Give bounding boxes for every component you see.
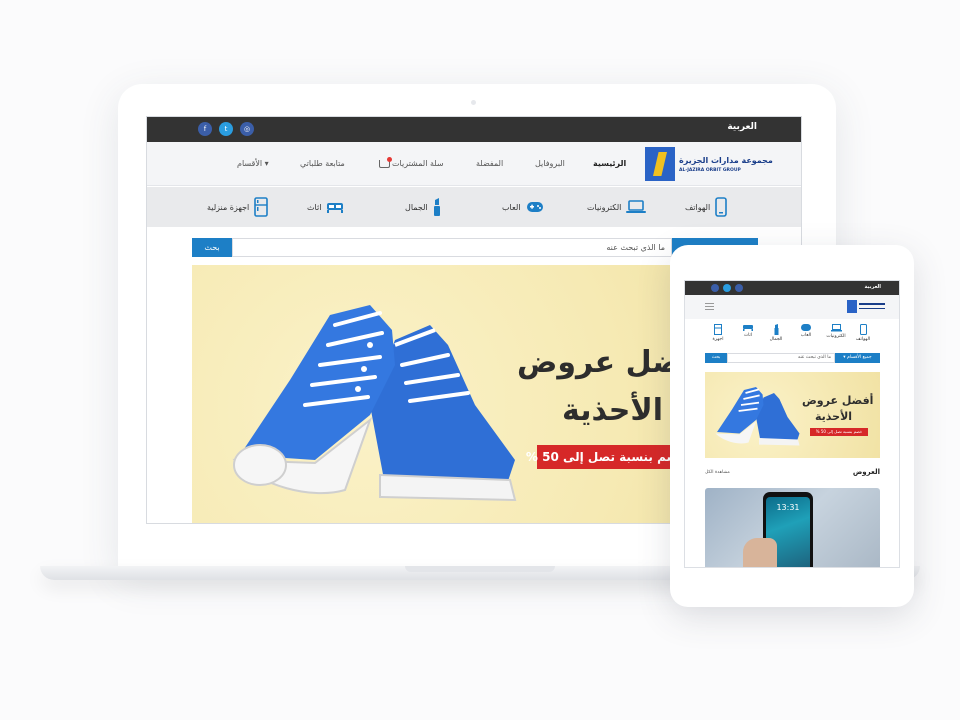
tablet-search-bar: بحث ما الذي تبحث عنه جميع الأقسام ▾ bbox=[705, 353, 880, 363]
tablet-hero-banner[interactable]: أفضل عروض الأحذية خصم بنسبة تصل إلى 50 % bbox=[705, 372, 880, 458]
offers-section-header: العروض مشاهدة الكل bbox=[705, 468, 880, 480]
bed-icon bbox=[327, 203, 344, 213]
laptop-notch bbox=[405, 566, 555, 572]
category-label: العاب bbox=[800, 333, 812, 338]
tablet-search-input[interactable]: ما الذي تبحث عنه bbox=[727, 353, 835, 363]
category-label: الهواتف bbox=[855, 337, 871, 342]
tablet-category-bar: الهواتف الكترونيات العاب الجمال اثاث اجه… bbox=[685, 321, 899, 347]
lockscreen-time: 13:31 bbox=[776, 503, 800, 512]
category-beauty[interactable]: الجمال bbox=[405, 196, 441, 218]
nav-cart[interactable]: سلة المشتريات bbox=[379, 156, 444, 168]
nav-home[interactable]: الرئيسية bbox=[593, 159, 626, 168]
category-bar: الهواتف الكترونيات العاب الجمال اثاث اجه… bbox=[147, 187, 801, 227]
laptop-icon bbox=[830, 324, 842, 332]
cart-icon bbox=[379, 156, 392, 168]
main-navbar: مجموعة مدارات الجزيرة AL-JAZIRA ORBIT GR… bbox=[147, 142, 801, 186]
tablet-screen: العربية الهواتف الكترونيات العاب الجمال … bbox=[684, 280, 900, 568]
nav-profile[interactable]: البروفايل bbox=[535, 159, 565, 168]
banner-title-line2: الأحذية bbox=[562, 393, 664, 428]
lipstick-icon bbox=[433, 198, 440, 216]
logo-mark bbox=[645, 147, 675, 181]
category-label: الجمال bbox=[769, 337, 783, 342]
tablet-navbar bbox=[685, 295, 899, 319]
logo[interactable]: مجموعة مدارات الجزيرة AL-JAZIRA ORBIT GR… bbox=[645, 147, 773, 181]
menu-icon[interactable] bbox=[705, 303, 714, 310]
tablet-top-bar: العربية bbox=[685, 281, 899, 295]
instagram-icon[interactable] bbox=[735, 284, 743, 292]
category-label: العاب bbox=[502, 202, 521, 212]
facebook-icon[interactable] bbox=[711, 284, 719, 292]
tablet-banner-title-line2: الأحذية bbox=[815, 410, 853, 423]
tablet-banner-promo-badge: خصم بنسبة تصل إلى 50 % bbox=[810, 428, 868, 436]
search-button[interactable]: بحث bbox=[192, 238, 232, 257]
logo-arabic-text: مجموعة مدارات الجزيرة bbox=[679, 156, 773, 165]
view-all-link[interactable]: مشاهدة الكل bbox=[705, 470, 730, 475]
logo-english-text: AL-JAZIRA ORBIT GROUP bbox=[679, 168, 741, 173]
category-label: اثاث bbox=[307, 202, 322, 212]
laptop-camera bbox=[471, 100, 476, 105]
offer-card-image[interactable]: 13:31 bbox=[705, 488, 880, 567]
sneakers-image bbox=[715, 387, 800, 446]
tablet-category-phones[interactable]: الهواتف bbox=[850, 324, 876, 342]
bed-icon bbox=[743, 325, 753, 331]
fridge-icon bbox=[254, 197, 269, 217]
tablet-category-electronics[interactable]: الكترونيات bbox=[823, 324, 849, 339]
lipstick-icon bbox=[774, 324, 778, 335]
phone-icon bbox=[715, 197, 728, 217]
category-electronics[interactable]: الكترونيات bbox=[587, 196, 647, 218]
category-label: الجمال bbox=[405, 202, 428, 212]
search-input[interactable] bbox=[232, 238, 672, 257]
phone-icon bbox=[859, 324, 867, 335]
banner-promo-badge: خصم بنسبة تصل إلى 50 % bbox=[526, 445, 687, 469]
tablet-category-games[interactable]: العاب bbox=[793, 324, 819, 338]
device-mockup-stage: العربية f t ◎ مجموعة مدارات الجزيرة AL-J… bbox=[0, 0, 960, 720]
laptop-icon bbox=[626, 200, 647, 213]
category-home-appliances[interactable]: اجهزة منزلية bbox=[207, 196, 269, 218]
gamepad-icon bbox=[801, 324, 811, 331]
tablet-category-furniture[interactable]: اثاث bbox=[735, 324, 761, 338]
top-bar: العربية f t ◎ bbox=[147, 117, 801, 142]
tablet-language-switch[interactable]: العربية bbox=[865, 284, 881, 290]
twitter-icon[interactable]: t bbox=[219, 122, 233, 136]
category-label: اجهزة منزلية bbox=[207, 202, 250, 212]
category-furniture[interactable]: اثاث bbox=[307, 196, 344, 218]
twitter-icon[interactable] bbox=[723, 284, 731, 292]
hand-image bbox=[743, 538, 777, 567]
offers-section-title: العروض bbox=[852, 468, 880, 476]
instagram-icon[interactable]: ◎ bbox=[240, 122, 254, 136]
fridge-icon bbox=[714, 324, 722, 335]
tablet-search-button[interactable]: بحث bbox=[705, 353, 727, 363]
tablet-logo-text bbox=[859, 303, 885, 309]
nav-favorites[interactable]: المفضلة bbox=[476, 159, 503, 168]
nav-orders[interactable]: متابعة طلباتي bbox=[300, 159, 345, 168]
category-games[interactable]: العاب bbox=[502, 196, 544, 218]
tablet-search-category-select[interactable]: جميع الأقسام ▾ bbox=[835, 353, 880, 363]
tablet-category-beauty[interactable]: الجمال bbox=[763, 324, 789, 342]
category-label: الهواتف bbox=[685, 202, 711, 212]
category-label: الكترونيات bbox=[587, 202, 622, 212]
language-switch[interactable]: العربية bbox=[727, 122, 757, 132]
nav-sections-dropdown[interactable]: الأقسام ▾ bbox=[237, 159, 269, 168]
sneakers-image bbox=[232, 305, 517, 502]
tablet-category-home-appliances[interactable]: اجهزة bbox=[705, 324, 731, 342]
tablet-logo[interactable] bbox=[847, 300, 857, 313]
category-label: اثاث bbox=[743, 333, 753, 338]
tablet-banner-title-line1: أفضل عروض bbox=[802, 394, 874, 407]
nav-cart-label: سلة المشتريات bbox=[392, 159, 444, 168]
category-label: اجهزة bbox=[712, 337, 724, 342]
facebook-icon[interactable]: f bbox=[198, 122, 212, 136]
category-phones[interactable]: الهواتف bbox=[685, 196, 728, 218]
category-label: الكترونيات bbox=[826, 334, 846, 339]
gamepad-icon bbox=[526, 202, 543, 212]
